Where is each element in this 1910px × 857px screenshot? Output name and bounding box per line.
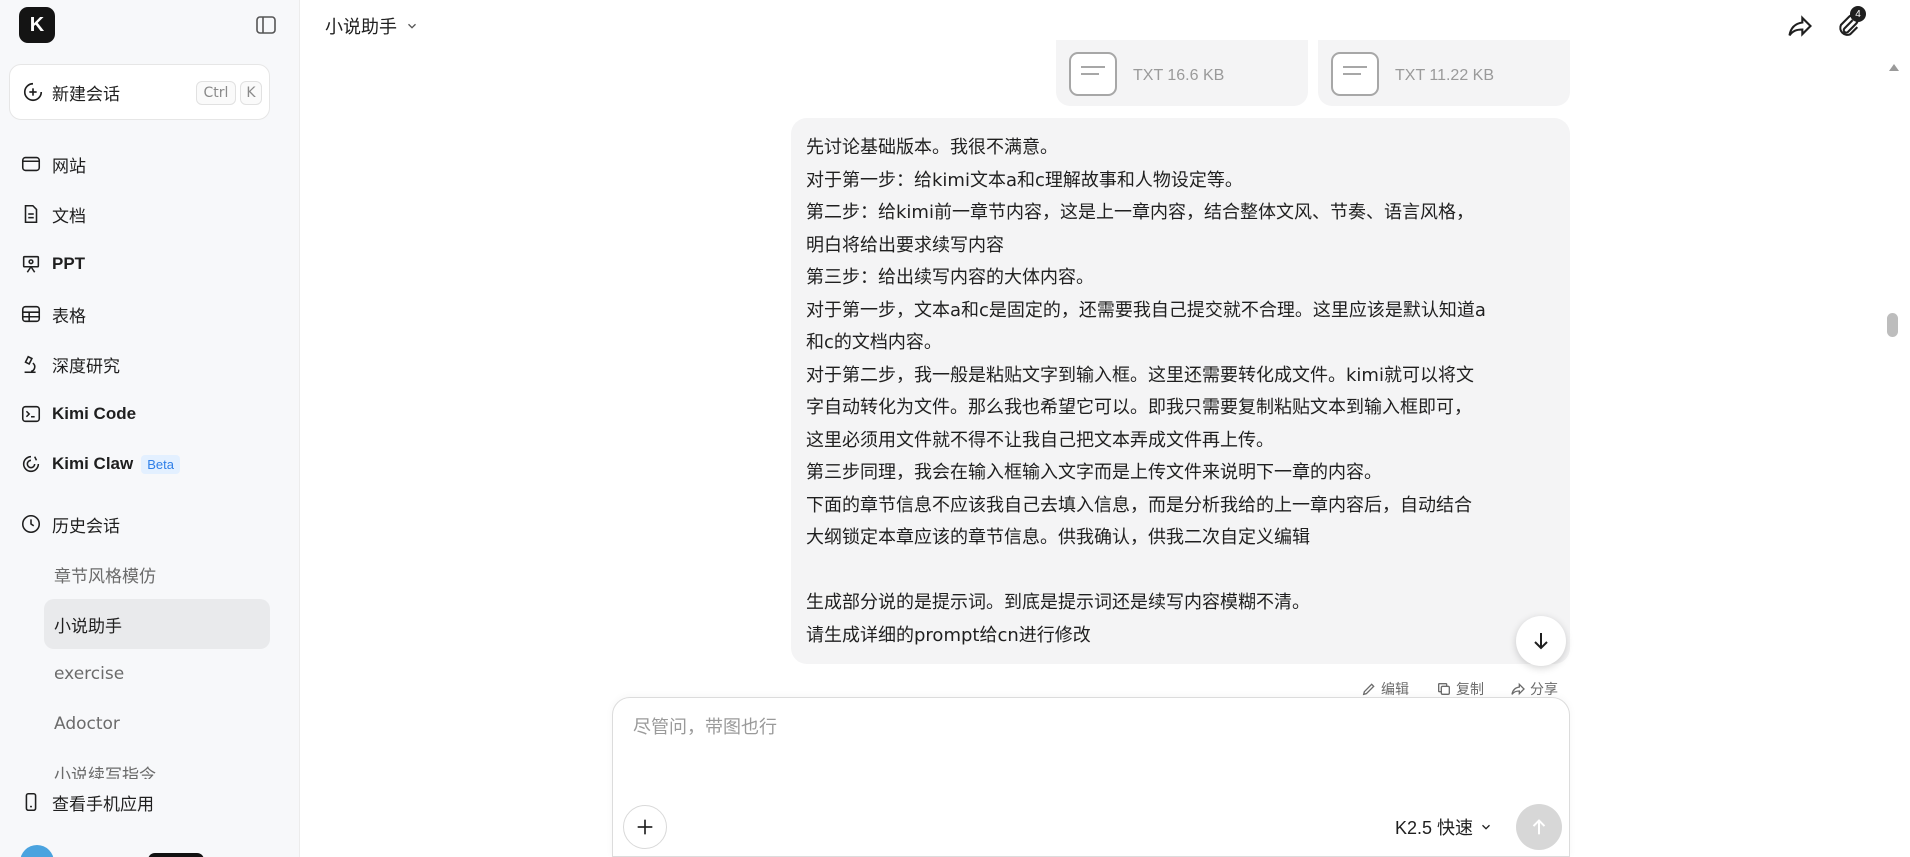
shortcut-ctrl: Ctrl — [196, 81, 236, 105]
nav-item-ppt[interactable]: PPT — [20, 248, 85, 280]
model-selector[interactable]: K2.5 快速 — [1395, 813, 1493, 841]
document-icon — [24, 204, 38, 224]
mobile-app-link[interactable]: 查看手机应用 — [20, 786, 154, 818]
history-item[interactable]: 章节风格模仿 — [44, 549, 270, 599]
shortcut-k: K — [240, 81, 262, 105]
message-line: 字自动转化为文件。那么我也希望它可以。即我只需要复制粘贴文本到输入框即可， — [806, 397, 1472, 418]
message-line: 和c的文档内容。 — [806, 332, 942, 353]
sidebar: K 新建会话 Ctrl K 网站 文档 PPT 表格 深度研究 Kimi Cod… — [0, 0, 300, 857]
message-line: 下面的章节信息不应该我自己去填入信息，而是分析我给的上一章内容后，自动结合 — [806, 494, 1472, 516]
nav-item-kimi-claw[interactable]: Kimi Claw Beta — [20, 448, 180, 480]
copy-button[interactable]: 复制 — [1436, 680, 1484, 698]
chevron-down-icon — [1482, 824, 1490, 830]
nav-label: Kimi Code — [52, 404, 137, 423]
message-line: 明白将给出要求续写内容 — [806, 234, 1004, 256]
text-file-icon — [1069, 52, 1117, 96]
message-line: 大纲锁定本章应该的章节信息。供我确认，供我二次自定义编辑 — [806, 527, 1310, 548]
share-icon[interactable] — [1786, 12, 1814, 40]
claw-icon — [22, 455, 40, 473]
file-attachment[interactable]: TXT 11.22 KB — [1318, 40, 1570, 106]
page-title: 小说助手 — [325, 17, 397, 38]
model-label: K2.5 快速 — [1395, 818, 1474, 838]
mobile-app-label: 查看手机应用 — [52, 794, 154, 815]
share-message-button[interactable]: 分享 — [1510, 680, 1558, 698]
message-line: 请生成详细的prompt给cn进行修改 — [806, 624, 1091, 646]
history-item-active[interactable]: 小说助手 — [44, 599, 270, 649]
nav-label: 深度研究 — [52, 356, 120, 377]
message-line: 第二步：给kimi前一章节内容，这是上一章内容，结合整体文风、节奏、语言风格， — [806, 202, 1474, 223]
file-attachment[interactable]: TXT 16.6 KB — [1056, 40, 1308, 106]
nav-label: 网站 — [52, 156, 86, 177]
terminal-icon — [21, 405, 41, 423]
chat-title-dropdown[interactable]: 小说助手 — [325, 12, 419, 40]
arrow-up-icon — [1532, 819, 1546, 835]
message-line: 这里必须用文件就不得不让我自己把文本弄成文件再上传。 — [806, 429, 1274, 451]
add-attachment-button[interactable] — [623, 805, 667, 849]
message-line — [806, 555, 1556, 588]
message-line: 第三步同理，我会在输入框输入文字而是上传文件来说明下一章的内容。 — [806, 462, 1382, 483]
browser-icon — [21, 156, 41, 172]
new-chat-button[interactable]: 新建会话 Ctrl K — [9, 64, 270, 120]
history-item[interactable]: 小说续写指令 — [44, 755, 270, 779]
nav-item-website[interactable]: 网站 — [20, 148, 86, 180]
file-meta: TXT 11.22 KB — [1395, 67, 1495, 84]
user-message-bubble: 先讨论基础版本。我很不满意。 对于第一步：给kimi文本a和c理解故事和人物设定… — [791, 118, 1570, 664]
message-line: 第三步：给出续写内容的大体内容。 — [806, 267, 1094, 288]
share-label: 分享 — [1530, 682, 1558, 698]
chevron-down-icon — [408, 23, 416, 29]
phone-icon — [25, 792, 37, 812]
scroll-up-arrow-icon[interactable] — [1888, 62, 1900, 72]
message-line: 对于第二步，我一般是粘贴文字到输入框。这里还需要转化成文件。kimi就可以将文 — [806, 364, 1474, 386]
arrow-down-icon — [1534, 633, 1548, 650]
history-item[interactable]: exercise — [44, 649, 270, 699]
message-line: 对于第一步，文本a和c是固定的，还需要我自己提交就不合理。这里应该是默认知道a — [806, 299, 1486, 321]
nav-item-deep-research[interactable]: 深度研究 — [20, 348, 120, 380]
attachment-count-badge: 4 — [1850, 6, 1866, 22]
copy-label: 复制 — [1456, 682, 1484, 698]
message-line: 生成部分说的是提示词。到底是提示词还是续写内容模糊不清。 — [806, 592, 1310, 613]
nav-label: 表格 — [52, 306, 86, 327]
nav-item-kimi-code[interactable]: Kimi Code — [20, 398, 136, 430]
share-icon — [1511, 682, 1525, 696]
new-chat-label: 新建会话 — [52, 84, 120, 105]
kimi-logo[interactable]: K — [19, 7, 55, 43]
copy-icon — [1438, 683, 1450, 695]
table-icon — [21, 305, 41, 323]
scroll-to-bottom-button[interactable] — [1516, 616, 1566, 666]
scrollbar-thumb[interactable] — [1887, 313, 1898, 337]
edit-label: 编辑 — [1381, 682, 1409, 698]
presentation-icon — [22, 255, 40, 273]
membership-badge — [148, 853, 204, 857]
message-line: 对于第一步：给kimi文本a和c理解故事和人物设定等。 — [806, 169, 1243, 191]
nav-item-document[interactable]: 文档 — [20, 198, 86, 230]
beta-badge: Beta — [141, 454, 180, 474]
send-button[interactable] — [1516, 804, 1562, 850]
nav-label: Kimi Claw — [52, 454, 134, 473]
nav-label: PPT — [52, 254, 86, 273]
new-chat-icon — [23, 82, 43, 102]
chat-input[interactable]: 尽管问，带图也行 — [633, 713, 777, 739]
nav-item-table[interactable]: 表格 — [20, 298, 86, 330]
message-line: 先讨论基础版本。我很不满意。 — [806, 137, 1058, 158]
edit-button[interactable]: 编辑 — [1361, 680, 1409, 698]
plus-icon — [637, 819, 653, 835]
sidebar-toggle-icon[interactable] — [254, 13, 278, 37]
history-header[interactable]: 历史会话 — [20, 508, 120, 540]
pencil-icon — [1362, 683, 1375, 696]
file-meta: TXT 16.6 KB — [1133, 67, 1225, 84]
history-label: 历史会话 — [52, 516, 120, 537]
avatar[interactable] — [20, 845, 54, 857]
clock-icon — [21, 514, 41, 534]
message-composer[interactable]: 尽管问，带图也行 K2.5 快速 — [612, 697, 1570, 857]
history-item[interactable]: Adoctor — [44, 699, 270, 749]
nav-label: 文档 — [52, 206, 86, 227]
text-file-icon — [1331, 52, 1379, 96]
microscope-icon — [24, 355, 36, 374]
